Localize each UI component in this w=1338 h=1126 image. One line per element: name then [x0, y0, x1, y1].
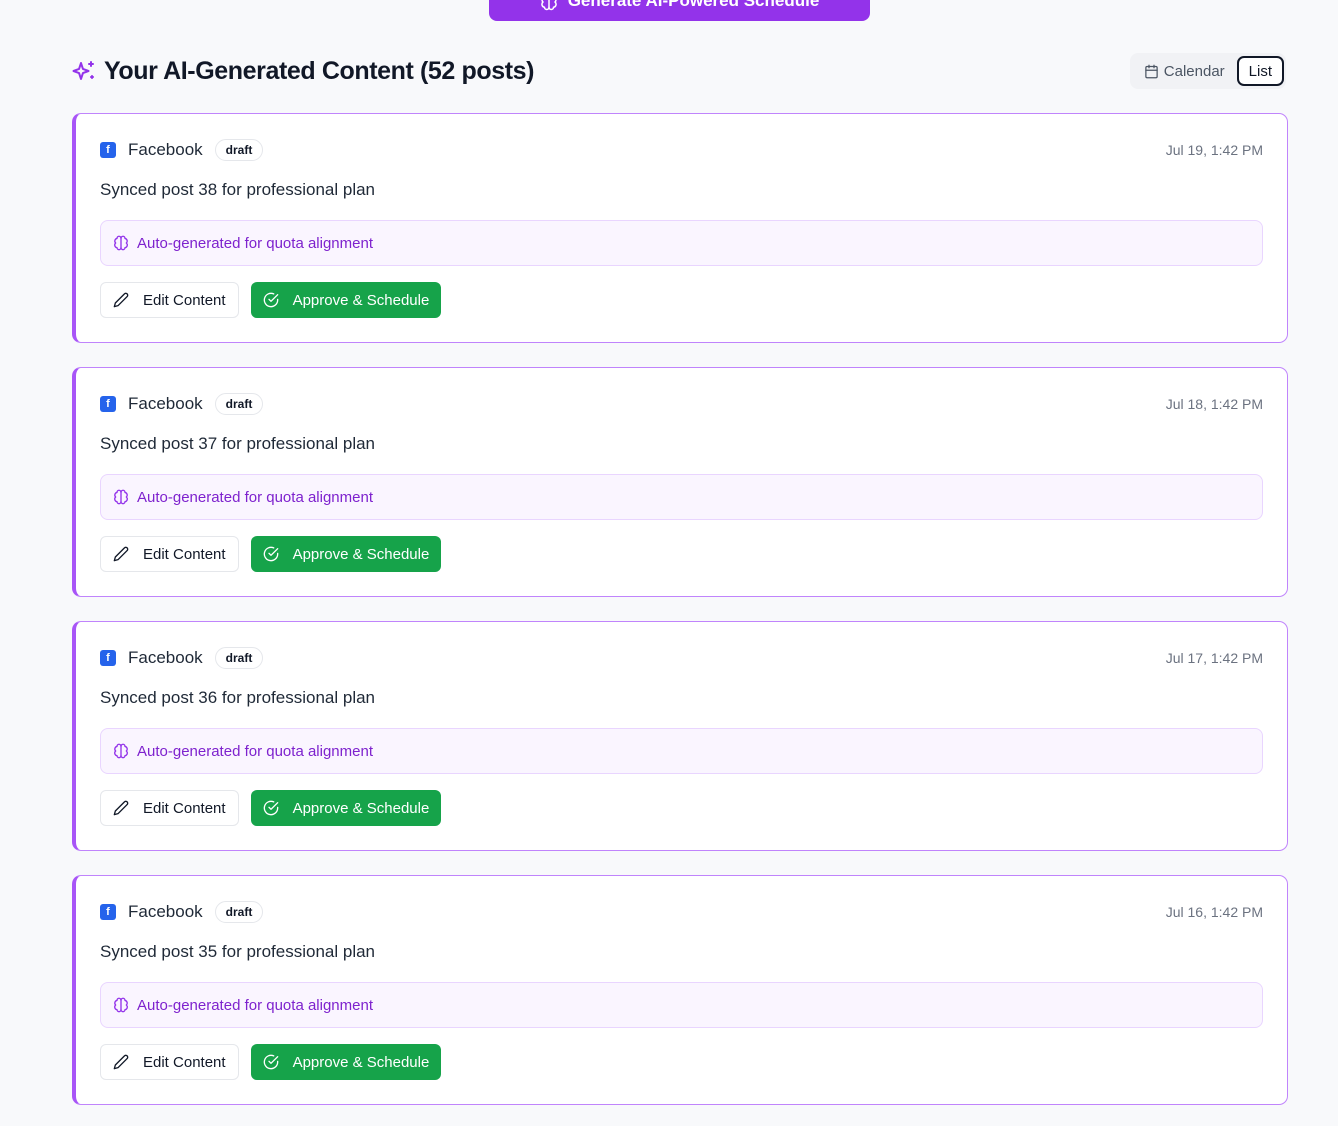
post-actions: Edit Content Approve & Schedule [100, 790, 442, 826]
post-text: Synced post 38 for professional plan [100, 180, 376, 199]
post-list: f Facebook draft Jul 19, 1:42 PM Synced … [72, 113, 1288, 1126]
edit-content-button[interactable]: Edit Content [100, 536, 239, 572]
view-toggle: Calendar List [1129, 53, 1286, 89]
platform-info: f Facebook draft [100, 393, 264, 415]
status-badge: draft [214, 647, 264, 669]
platform-name: Facebook [128, 648, 203, 667]
calendar-view-label: Calendar [1163, 62, 1225, 80]
post-text: Synced post 35 for professional plan [100, 942, 376, 961]
calendar-view-button[interactable]: Calendar [1132, 55, 1237, 87]
page-title: Your AI-Generated Content (52 posts) [104, 56, 535, 85]
check-circle-icon [263, 292, 278, 308]
check-circle-icon [263, 800, 278, 816]
approve-schedule-label: Approve & Schedule [292, 545, 430, 563]
edit-content-label: Edit Content [143, 1053, 226, 1071]
brain-icon [114, 235, 128, 251]
edit-content-label: Edit Content [143, 545, 226, 563]
platform-info: f Facebook draft [100, 139, 264, 161]
sparkles-icon [72, 61, 94, 80]
post-text: Synced post 36 for professional plan [100, 688, 376, 707]
platform-name: Facebook [128, 140, 203, 159]
ai-note: Auto-generated for quota alignment [100, 220, 1263, 266]
list-view-label: List [1248, 62, 1272, 80]
status-badge: draft [214, 139, 264, 161]
ai-note-text: Auto-generated for quota alignment [137, 488, 373, 506]
brain-icon [540, 0, 557, 11]
post-time: Jul 17, 1:42 PM [1165, 650, 1263, 666]
post-actions: Edit Content Approve & Schedule [100, 536, 442, 572]
approve-schedule-label: Approve & Schedule [292, 291, 430, 309]
calendar-icon [1145, 64, 1158, 78]
approve-schedule-label: Approve & Schedule [292, 1053, 430, 1071]
ai-note: Auto-generated for quota alignment [100, 982, 1263, 1028]
ai-note: Auto-generated for quota alignment [100, 474, 1263, 520]
generate-schedule-button[interactable]: Generate AI-Powered Schedule [489, 0, 870, 21]
platform-name: Facebook [128, 394, 203, 413]
edit-content-button[interactable]: Edit Content [100, 1044, 239, 1080]
ai-note-text: Auto-generated for quota alignment [137, 742, 373, 760]
post-text: Synced post 37 for professional plan [100, 434, 376, 453]
ai-note: Auto-generated for quota alignment [100, 728, 1263, 774]
platform-info: f Facebook draft [100, 901, 264, 923]
post-time: Jul 16, 1:42 PM [1165, 904, 1263, 920]
approve-schedule-button[interactable]: Approve & Schedule [250, 536, 442, 572]
generate-schedule-label: Generate AI-Powered Schedule [567, 0, 820, 10]
post-card: f Facebook draft Jul 19, 1:42 PM Synced … [72, 113, 1288, 343]
post-time: Jul 18, 1:42 PM [1165, 396, 1263, 412]
facebook-icon: f [100, 396, 116, 412]
approve-schedule-button[interactable]: Approve & Schedule [250, 790, 442, 826]
title-group: Your AI-Generated Content (52 posts) [72, 57, 534, 86]
post-card-header: f Facebook draft Jul 16, 1:42 PM [100, 901, 1263, 923]
pencil-icon [113, 1054, 129, 1070]
facebook-icon: f [100, 142, 116, 158]
ai-note-text: Auto-generated for quota alignment [137, 996, 373, 1014]
edit-content-label: Edit Content [143, 799, 226, 817]
edit-content-button[interactable]: Edit Content [100, 790, 239, 826]
check-circle-icon [263, 1054, 278, 1070]
content-header: Your AI-Generated Content (52 posts) Cal… [72, 52, 1286, 90]
ai-note-text: Auto-generated for quota alignment [137, 234, 373, 252]
approve-schedule-button[interactable]: Approve & Schedule [250, 1044, 442, 1080]
facebook-icon: f [100, 904, 116, 920]
approve-schedule-label: Approve & Schedule [292, 799, 430, 817]
post-card-header: f Facebook draft Jul 18, 1:42 PM [100, 393, 1263, 415]
facebook-icon: f [100, 650, 116, 666]
post-card: f Facebook draft Jul 16, 1:42 PM Synced … [72, 875, 1288, 1105]
post-card: f Facebook draft Jul 17, 1:42 PM Synced … [72, 621, 1288, 851]
page: Generate AI-Powered Schedule Your AI-Gen… [0, 0, 1338, 1126]
post-actions: Edit Content Approve & Schedule [100, 1044, 442, 1080]
pencil-icon [113, 292, 129, 308]
post-card: f Facebook draft Jul 18, 1:42 PM Synced … [72, 367, 1288, 597]
status-badge: draft [214, 901, 264, 923]
status-badge: draft [214, 393, 264, 415]
edit-content-label: Edit Content [143, 291, 226, 309]
platform-info: f Facebook draft [100, 647, 264, 669]
post-card-header: f Facebook draft Jul 19, 1:42 PM [100, 139, 1263, 161]
edit-content-button[interactable]: Edit Content [100, 282, 239, 318]
platform-name: Facebook [128, 902, 203, 921]
pencil-icon [113, 800, 129, 816]
pencil-icon [113, 546, 129, 562]
check-circle-icon [263, 546, 278, 562]
approve-schedule-button[interactable]: Approve & Schedule [250, 282, 442, 318]
post-card-header: f Facebook draft Jul 17, 1:42 PM [100, 647, 1263, 669]
brain-icon [114, 743, 128, 759]
post-actions: Edit Content Approve & Schedule [100, 282, 442, 318]
post-time: Jul 19, 1:42 PM [1165, 142, 1263, 158]
brain-icon [114, 997, 128, 1013]
list-view-button[interactable]: List [1236, 56, 1284, 86]
brain-icon [114, 489, 128, 505]
